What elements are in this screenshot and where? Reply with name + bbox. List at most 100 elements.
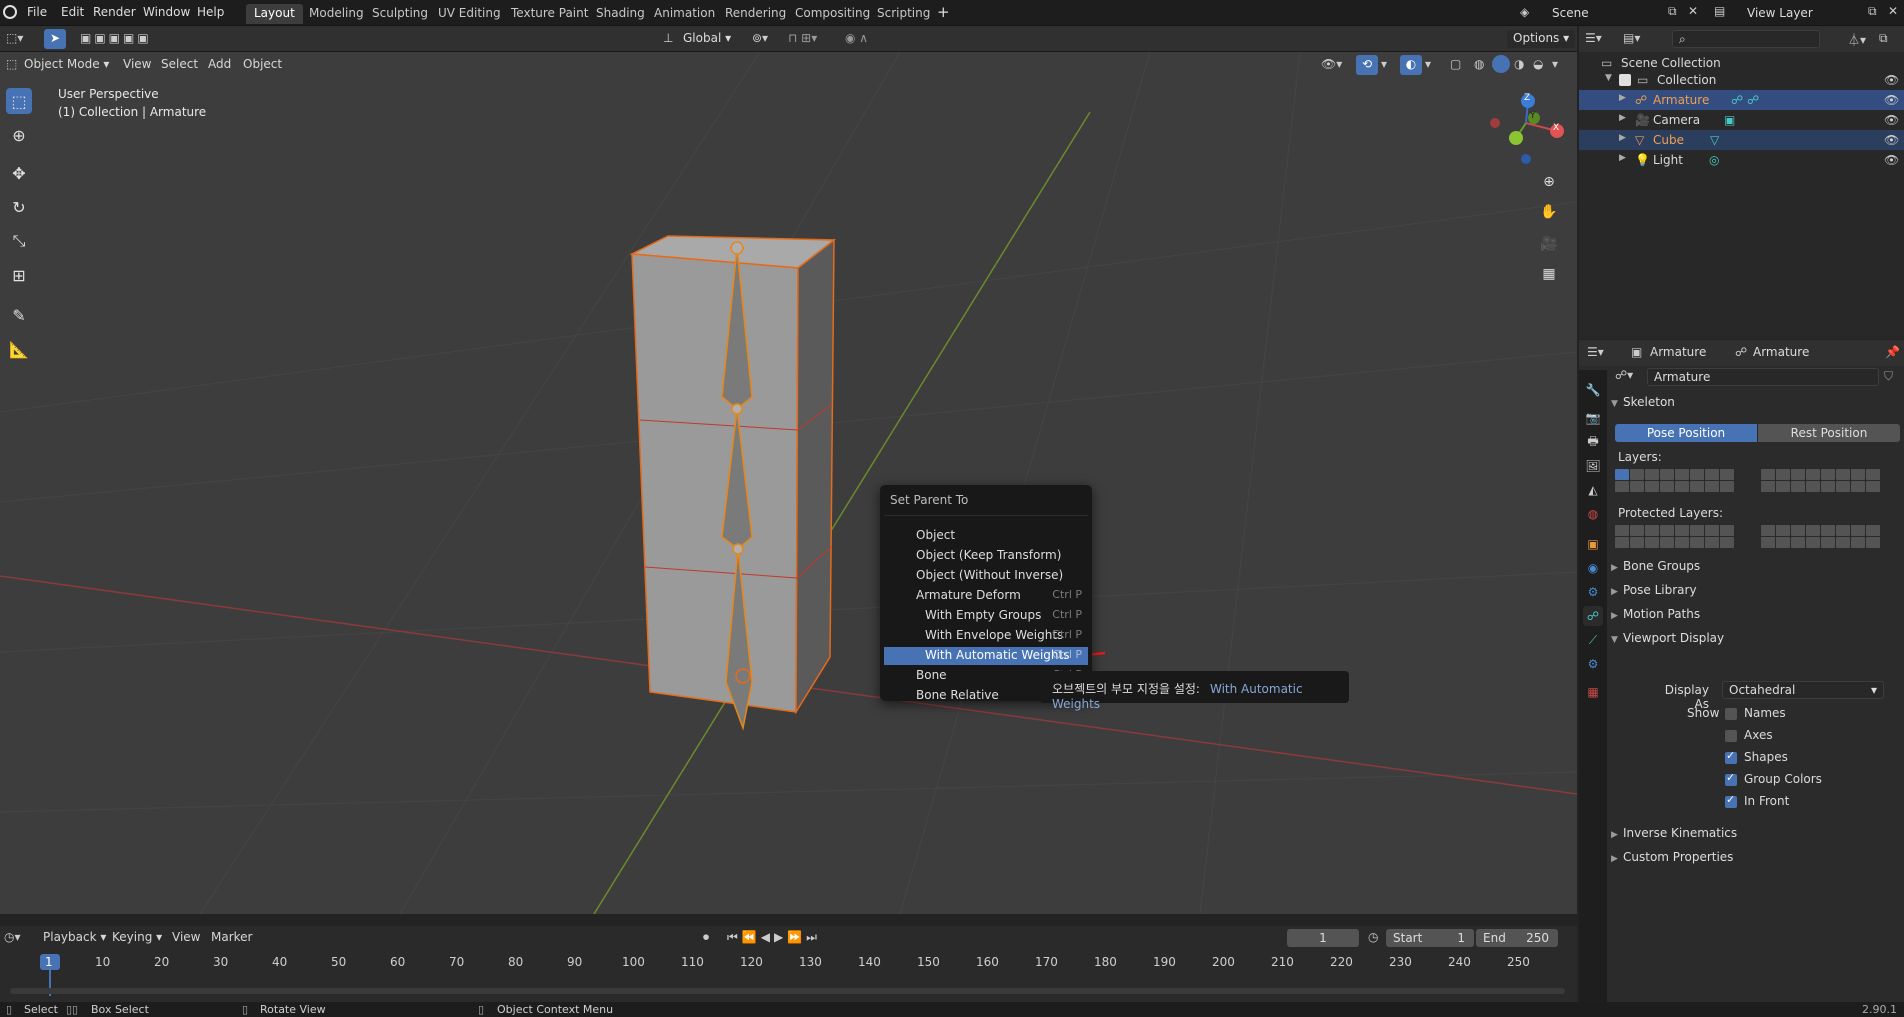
new-collection-icon[interactable]: ⧉ xyxy=(1879,31,1888,46)
marker-menu[interactable]: Marker xyxy=(205,929,258,947)
menu-edit[interactable]: Edit xyxy=(61,5,84,19)
group-colors-checkbox[interactable] xyxy=(1725,771,1737,786)
menu-render[interactable]: Render xyxy=(93,5,136,19)
in-front-checkbox[interactable] xyxy=(1725,793,1737,808)
light-visibility-icon[interactable]: 👁 xyxy=(1884,153,1899,167)
current-frame-field[interactable]: 1 xyxy=(1287,929,1359,947)
view-menu[interactable]: View xyxy=(117,56,157,74)
shapes-checkbox[interactable] xyxy=(1725,749,1737,764)
motion-paths-panel-header[interactable]: ▶ Motion Paths xyxy=(1611,607,1901,629)
3d-viewport[interactable]: ⬚ Object Mode ▾ View Select Add Object 👁… xyxy=(0,52,1577,914)
tab-rendering[interactable]: Rendering xyxy=(717,4,794,24)
skeleton-panel-header[interactable]: ▼ Skeleton xyxy=(1611,395,1901,417)
tab-layout[interactable]: Layout xyxy=(246,4,303,24)
zoom-icon[interactable]: ⊕ xyxy=(1537,170,1561,194)
viewport-display-panel-header[interactable]: ▼ Viewport Display xyxy=(1611,631,1901,653)
tab-scripting[interactable]: Scripting xyxy=(869,4,938,24)
tab-texture-paint[interactable]: Texture Paint xyxy=(503,4,596,24)
end-frame-field[interactable]: End 250 xyxy=(1476,929,1558,947)
close-view-layer-icon[interactable]: ✕ xyxy=(1888,4,1898,18)
add-workspace-button[interactable]: + xyxy=(937,3,950,21)
transform-tool-icon[interactable]: ⊞ xyxy=(6,262,32,288)
modifiers-tab-icon[interactable]: ◉ xyxy=(1583,558,1603,578)
proportional-edit-icon[interactable]: ◉ ∧ xyxy=(845,31,868,45)
transform-orientation-dropdown[interactable]: Global ▾ xyxy=(683,31,731,45)
display-as-dropdown[interactable]: Octahedral ▾ xyxy=(1722,681,1884,699)
gizmo-dropdown-icon[interactable]: ▾ xyxy=(1381,57,1387,71)
shading-dropdown-icon[interactable]: ▾ xyxy=(1552,57,1558,71)
tab-modeling[interactable]: Modeling xyxy=(301,4,372,24)
select-tool-icon[interactable]: ➤ xyxy=(44,29,66,49)
bone-groups-panel-header[interactable]: ▶ Bone Groups xyxy=(1611,559,1901,581)
blender-logo-icon[interactable] xyxy=(3,5,17,19)
tab-animation[interactable]: Animation xyxy=(646,4,723,24)
menu-file[interactable]: File xyxy=(27,5,47,19)
annotate-tool-icon[interactable]: ✎ xyxy=(6,302,32,328)
view-layer-tab-icon[interactable]: 🖼 xyxy=(1583,456,1603,476)
menu-item-armature-deform[interactable]: Armature Deform Ctrl P xyxy=(884,587,1088,605)
menu-item-with-automatic-weights[interactable]: With Automatic Weights Ctrl P xyxy=(884,647,1088,665)
output-tab-icon[interactable]: 🖶 xyxy=(1583,432,1603,452)
pose-library-panel-header[interactable]: ▶ Pose Library xyxy=(1611,583,1901,605)
options-dropdown[interactable]: Options ▾ xyxy=(1507,30,1576,48)
show-in-front-option[interactable]: In Front xyxy=(1722,793,1882,812)
outliner-item-camera[interactable]: ▶ 🎥 Camera ▣ 👁 xyxy=(1579,110,1904,130)
start-frame-field[interactable]: Start 1 xyxy=(1386,929,1474,947)
armature-datablock-icon[interactable]: ☍▾ xyxy=(1615,368,1643,386)
select-box-tool-icon[interactable]: ⬚ xyxy=(6,88,32,114)
timeline-scrollbar[interactable] xyxy=(10,988,1565,994)
bone-tab-icon[interactable]: ⟋ xyxy=(1583,630,1603,650)
expand-icon[interactable]: ▶ xyxy=(1619,133,1626,143)
rendered-shading-icon[interactable]: ◒ xyxy=(1533,57,1543,71)
scale-tool-icon[interactable]: ⤡ xyxy=(6,228,32,254)
expand-icon[interactable]: ▶ xyxy=(1619,153,1626,163)
view-layer-field[interactable]: View Layer xyxy=(1740,4,1864,22)
pin-icon[interactable]: 📌 xyxy=(1885,345,1900,359)
view-layer-icon[interactable]: ▤ xyxy=(1714,4,1725,18)
rotate-tool-icon[interactable]: ↻ xyxy=(6,194,32,220)
gizmo-z-label[interactable]: Z xyxy=(1524,93,1530,103)
selection-mode-icons[interactable]: ▣▣▣▣▣ xyxy=(80,31,152,45)
menu-window[interactable]: Window xyxy=(143,5,190,19)
measure-tool-icon[interactable]: 📐 xyxy=(6,336,32,362)
protected-layers-grid-right[interactable] xyxy=(1761,525,1880,548)
orientation-icon[interactable]: ⊥ xyxy=(663,31,673,45)
pose-position-button[interactable]: Pose Position xyxy=(1615,424,1757,442)
names-checkbox[interactable] xyxy=(1725,708,1737,720)
show-shapes-option[interactable]: Shapes xyxy=(1722,749,1882,768)
playback-controls-icons[interactable]: ⏮⏪◀▶⏩⏭ xyxy=(727,930,821,945)
expand-icon[interactable]: ▼ xyxy=(1605,73,1612,83)
rest-position-button[interactable]: Rest Position xyxy=(1758,424,1900,442)
keying-menu[interactable]: Keying ▾ xyxy=(106,929,168,947)
move-tool-icon[interactable]: ✥ xyxy=(6,160,32,186)
tool-tab-icon[interactable]: 🔧 xyxy=(1583,380,1603,400)
timeline-editor-icon[interactable]: ◷▾ xyxy=(4,930,21,944)
copy-view-layer-icon[interactable]: ⧉ xyxy=(1868,4,1877,19)
armature-name-field[interactable]: Armature xyxy=(1647,368,1879,386)
clock-icon[interactable]: ◷ xyxy=(1368,930,1378,944)
select-menu[interactable]: Select xyxy=(155,56,204,74)
gizmo-toggle-icon[interactable]: ⟲ xyxy=(1356,55,1378,75)
show-names-option[interactable]: Names xyxy=(1722,706,1882,724)
camera-visibility-icon[interactable]: 👁 xyxy=(1884,113,1899,127)
layers-grid-left[interactable] xyxy=(1615,469,1734,492)
playback-menu[interactable]: Playback ▾ xyxy=(37,929,112,947)
pan-hand-icon[interactable]: ✋ xyxy=(1537,200,1561,224)
collection-checkbox[interactable] xyxy=(1619,74,1631,86)
tab-sculpting[interactable]: Sculpting xyxy=(364,4,436,24)
menu-item-with-empty-groups[interactable]: With Empty Groups Ctrl P xyxy=(884,607,1088,625)
show-axes-option[interactable]: Axes xyxy=(1722,728,1882,746)
visibility-icon[interactable]: 👁▾ xyxy=(1321,57,1342,71)
world-tab-icon[interactable]: ◍ xyxy=(1583,504,1603,524)
tab-uv-editing[interactable]: UV Editing xyxy=(430,4,509,24)
bone-constraints-tab-icon[interactable]: ⚙ xyxy=(1583,654,1603,674)
cube-visibility-icon[interactable]: 👁 xyxy=(1884,133,1899,147)
cursor-tool-icon[interactable]: ⊕ xyxy=(6,122,32,148)
object-tab-icon[interactable]: ▣ xyxy=(1583,534,1603,554)
armature-data-tab-icon[interactable]: ☍ xyxy=(1583,606,1603,626)
object-menu[interactable]: Object xyxy=(237,56,288,74)
protected-layers-grid-left[interactable] xyxy=(1615,525,1734,548)
outliner-item-armature[interactable]: ▶ ☍ Armature ☍ ☍ 👁 xyxy=(1579,90,1904,110)
record-icon[interactable]: ⏺ xyxy=(703,930,709,945)
render-tab-icon[interactable]: 📷 xyxy=(1583,408,1603,428)
